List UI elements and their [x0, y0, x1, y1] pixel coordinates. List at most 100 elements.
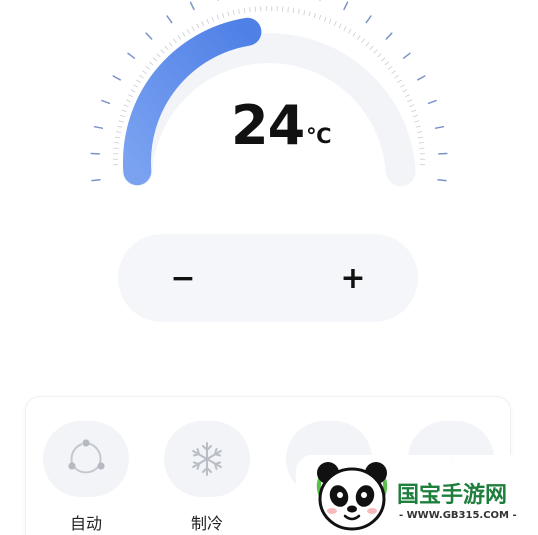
mode-cool-button[interactable]: [164, 421, 250, 497]
dial-inner-tick: [227, 11, 230, 17]
dial-inner-tick: [206, 18, 210, 24]
dial-inner-tick: [391, 70, 396, 75]
dial-inner-tick: [338, 23, 342, 29]
dial-inner-tick: [298, 8, 300, 14]
auto-cycle-icon: [68, 439, 105, 474]
dial-inner-tick: [387, 65, 393, 70]
temperature-stepper: − +: [118, 234, 418, 322]
increase-temperature-button[interactable]: +: [298, 234, 408, 322]
dial-inner-tick: [149, 61, 154, 66]
dial-inner-tick: [402, 89, 408, 93]
dial-inner-tick: [196, 23, 200, 29]
dial-inner-tick: [160, 49, 165, 54]
dial-inner-tick: [377, 53, 382, 58]
dial-inner-tick: [164, 45, 169, 50]
dial-outer-tick: [127, 52, 136, 59]
dial-inner-tick: [418, 142, 424, 144]
site-watermark: 国宝手游网 - WWW.GB315.COM -: [296, 455, 538, 535]
dial-outer-tick: [91, 179, 101, 182]
dial-inner-tick: [128, 94, 133, 98]
dial-inner-tick: [318, 14, 322, 20]
dial-inner-tick: [407, 99, 413, 103]
mode-cool[interactable]: 制冷: [164, 421, 250, 534]
dial-inner-tick: [369, 45, 374, 50]
dial-outer-tick: [189, 1, 195, 11]
dial-outer-tick: [365, 15, 372, 24]
dial-outer-tick: [145, 32, 153, 40]
dial-inner-tick: [419, 147, 425, 149]
dial-outer-tick: [343, 1, 349, 11]
dial-inner-tick: [415, 125, 421, 128]
dial-outer-tick: [166, 15, 173, 24]
dial-inner-tick: [381, 57, 386, 62]
dial-inner-tick: [411, 109, 417, 113]
dial-inner-tick: [115, 131, 121, 133]
temperature-value: 24: [231, 94, 305, 157]
dial-inner-tick: [405, 94, 410, 98]
dial-inner-tick: [152, 57, 157, 62]
watermark-site-name: 国宝手游网: [397, 483, 508, 508]
dial-inner-tick: [361, 38, 366, 43]
dial-outer-tick: [93, 125, 104, 129]
dial-inner-tick: [186, 29, 191, 34]
plus-icon: +: [340, 260, 366, 296]
dial-outer-tick: [417, 75, 426, 81]
dial-inner-tick: [313, 12, 316, 19]
dial-inner-tick: [347, 29, 352, 34]
dial-inner-tick: [123, 104, 129, 108]
mode-auto[interactable]: 自动: [43, 421, 129, 534]
dial-outer-tick: [385, 32, 393, 40]
watermark-site-url: - WWW.GB315.COM -: [399, 510, 517, 521]
dial-inner-tick: [365, 42, 370, 47]
dial-inner-tick: [114, 136, 121, 139]
dial-inner-tick: [417, 136, 424, 139]
dial-outer-tick: [437, 179, 447, 182]
dial-inner-tick: [201, 21, 205, 26]
dial-inner-tick: [303, 10, 306, 16]
dial-inner-tick: [211, 16, 215, 22]
dial-inner-tick: [243, 7, 246, 13]
dial-inner-tick: [121, 109, 127, 113]
dial-inner-tick: [412, 114, 419, 118]
dial-inner-tick: [117, 125, 123, 128]
dial-inner-tick: [168, 42, 173, 47]
dial-inner-tick: [394, 74, 399, 79]
dial-inner-tick: [397, 79, 402, 83]
dial-inner-tick: [136, 79, 141, 83]
app-screen: 24 ℃ − + 自动 制冷 国宝手游网 - WWW.GB315.COM -: [0, 0, 538, 535]
dial-inner-tick: [343, 26, 347, 31]
dial-inner-tick: [238, 8, 240, 14]
dial-inner-tick: [308, 11, 311, 17]
minus-icon: −: [170, 260, 196, 296]
dial-inner-tick: [172, 38, 177, 43]
dial-inner-tick: [373, 49, 378, 54]
dial-inner-tick: [232, 10, 235, 16]
decrease-temperature-button[interactable]: −: [128, 234, 238, 322]
dial-inner-tick: [414, 120, 420, 123]
dial-inner-tick: [145, 65, 151, 70]
dial-inner-tick: [222, 12, 225, 19]
snowflake-icon: [192, 442, 222, 476]
dial-outer-tick: [427, 99, 437, 105]
dial-inner-tick: [156, 53, 161, 58]
dial-inner-tick: [287, 7, 289, 13]
temperature-readout: 24 ℃: [231, 94, 332, 158]
dial-inner-tick: [133, 84, 138, 88]
dial-inner-tick: [119, 114, 126, 118]
dial-inner-tick: [191, 26, 195, 31]
dial-inner-tick: [356, 35, 361, 40]
dial-inner-tick: [409, 104, 415, 108]
temperature-unit: ℃: [306, 124, 332, 148]
dial-inner-tick: [417, 131, 423, 133]
dial-inner-tick: [130, 89, 136, 93]
mode-auto-button[interactable]: [43, 421, 129, 497]
dial-inner-tick: [333, 21, 337, 26]
dial-inner-tick: [323, 16, 327, 22]
dial-inner-tick: [177, 35, 182, 40]
dial-inner-tick: [113, 147, 119, 149]
dial-outer-tick: [101, 99, 111, 105]
dial-inner-tick: [139, 74, 144, 79]
dial-inner-tick: [118, 120, 124, 123]
dial-outer-tick: [434, 125, 445, 129]
dial-inner-tick: [352, 32, 356, 37]
